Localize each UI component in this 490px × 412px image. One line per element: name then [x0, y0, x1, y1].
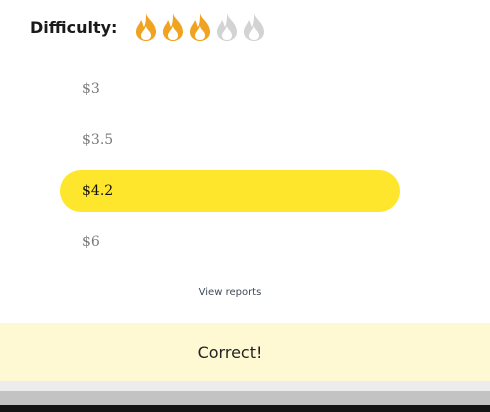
answer-option-label: $6 — [82, 234, 100, 250]
answer-option-label: $4.2 — [82, 183, 114, 199]
difficulty-label: Difficulty: — [30, 17, 118, 37]
answer-option-label: $3.5 — [82, 132, 114, 148]
flame-icon — [163, 13, 184, 41]
answer-options: $3 $3.5 $4.2 $6 — [60, 68, 400, 272]
answer-option[interactable]: $3.5 — [60, 119, 400, 161]
footer-bar — [0, 391, 490, 405]
view-reports-link[interactable]: View reports — [0, 287, 460, 298]
answer-option-label: $3 — [82, 81, 100, 97]
answer-option[interactable]: $6 — [60, 221, 400, 263]
flame-icon — [244, 13, 265, 41]
result-text: Correct! — [197, 342, 263, 362]
difficulty-flames — [133, 12, 267, 42]
bottom-bar — [0, 405, 490, 412]
flame-icon — [190, 13, 211, 41]
answer-option[interactable]: $4.2 — [60, 170, 400, 212]
footer-divider — [0, 381, 490, 391]
difficulty-rating: Difficulty: — [30, 10, 267, 44]
result-banner: Correct! — [0, 323, 490, 381]
quiz-page: Difficulty: $3 $3.5 $4.2 $6 View reports… — [0, 0, 490, 412]
flame-icon — [217, 13, 238, 41]
flame-icon — [136, 13, 157, 41]
answer-option[interactable]: $3 — [60, 68, 400, 110]
